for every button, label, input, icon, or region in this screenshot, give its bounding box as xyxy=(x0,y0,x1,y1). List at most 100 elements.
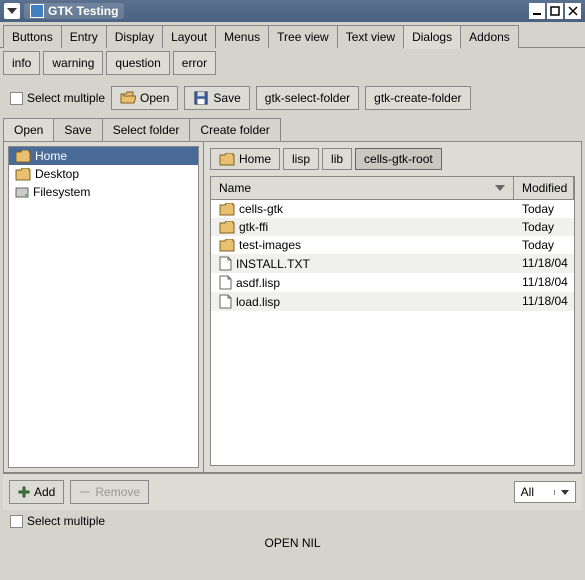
sidebar-item-desktop[interactable]: Desktop xyxy=(9,165,198,183)
open-button[interactable]: Open xyxy=(111,86,178,110)
breadcrumb-lib[interactable]: lib xyxy=(322,148,352,170)
file-name: gtk-ffi xyxy=(239,220,268,234)
breadcrumb-lisp[interactable]: lisp xyxy=(283,148,319,170)
file-row[interactable]: INSTALL.TXT 11/18/04 xyxy=(211,254,574,273)
breadcrumb: Home lisplibcells-gtk-root xyxy=(204,142,581,176)
remove-button[interactable]: Remove xyxy=(70,480,149,504)
file-list-header: Name Modified xyxy=(211,177,574,200)
checkbox-icon xyxy=(10,92,23,105)
file-main-area: Home lisplibcells-gtk-root Name Modified … xyxy=(204,142,581,472)
dialog-toolbar: Select multiple Open Save gtk-select-fol… xyxy=(0,78,585,118)
filter-dropdown[interactable]: All xyxy=(514,481,576,503)
bottom-toolbar: Add Remove All xyxy=(3,473,582,510)
file-modified: 11/18/04 xyxy=(514,275,574,290)
breadcrumb-label: lisp xyxy=(292,152,310,166)
tab-tree-view[interactable]: Tree view xyxy=(268,25,338,48)
tab-addons[interactable]: Addons xyxy=(460,25,519,48)
places-list: Home Desktop Filesystem xyxy=(8,146,199,468)
gtk-select-folder-button[interactable]: gtk-select-folder xyxy=(256,86,359,110)
breadcrumb-label: Home xyxy=(239,152,271,166)
status-bar: OPEN NIL xyxy=(0,532,585,554)
file-dialog-tabs: OpenSaveSelect folderCreate folder xyxy=(0,118,585,141)
file-chooser: HomeDesktopFilesystem Homelisplibcells-g… xyxy=(3,141,582,473)
file-modified: 11/18/04 xyxy=(514,256,574,271)
sidebar-item-filesystem[interactable]: Filesystem xyxy=(9,183,198,201)
folder-icon xyxy=(219,221,235,234)
file-rows: cells-gtk Today gtk-ffi Today test-images Tod… xyxy=(211,200,574,465)
tab-text-view[interactable]: Text view xyxy=(337,25,404,48)
column-header-modified[interactable]: Modified xyxy=(514,177,574,199)
select-multiple-label: Select multiple xyxy=(27,91,105,105)
file-icon xyxy=(219,294,232,309)
file-name: load.lisp xyxy=(236,295,280,309)
gtk-create-folder-button[interactable]: gtk-create-folder xyxy=(365,86,470,110)
file-row[interactable]: test-images Today xyxy=(211,236,574,254)
file-name: asdf.lisp xyxy=(236,276,280,290)
footer-select-multiple[interactable]: Select multiple xyxy=(0,510,585,532)
main-tabs: ButtonsEntryDisplayLayoutMenusTree viewT… xyxy=(0,22,585,48)
breadcrumb-cells-gtk-root[interactable]: cells-gtk-root xyxy=(355,148,442,170)
plus-icon xyxy=(18,486,30,498)
sidebar-item-home[interactable]: Home xyxy=(9,147,198,165)
filetab-select-folder[interactable]: Select folder xyxy=(102,118,191,141)
file-row[interactable]: cells-gtk Today xyxy=(211,200,574,218)
column-header-name[interactable]: Name xyxy=(211,177,514,199)
tab-buttons[interactable]: Buttons xyxy=(3,25,62,48)
file-modified: Today xyxy=(514,202,574,216)
dialog-error-button[interactable]: error xyxy=(173,51,216,75)
file-name: INSTALL.TXT xyxy=(236,257,310,271)
tab-display[interactable]: Display xyxy=(106,25,163,48)
file-name: cells-gtk xyxy=(239,202,283,216)
file-list: Name Modified cells-gtk Today gtk-ffi Today… xyxy=(210,176,575,466)
window-titlebar: GTK Testing xyxy=(0,0,585,22)
modified-header-label: Modified xyxy=(522,181,567,195)
sort-arrow-icon xyxy=(495,185,505,191)
sidebar-item-label: Desktop xyxy=(35,167,79,181)
filter-value: All xyxy=(521,485,534,499)
filetab-create-folder[interactable]: Create folder xyxy=(189,118,280,141)
tab-dialogs[interactable]: Dialogs xyxy=(403,25,461,49)
select-multiple-checkbox[interactable]: Select multiple xyxy=(10,91,105,105)
dialog-question-button[interactable]: question xyxy=(106,51,169,75)
maximize-button[interactable] xyxy=(547,3,563,19)
breadcrumb-home[interactable]: Home xyxy=(210,148,280,170)
file-row[interactable]: gtk-ffi Today xyxy=(211,218,574,236)
select-folder-label: gtk-select-folder xyxy=(265,91,350,105)
dialog-info-button[interactable]: info xyxy=(3,51,40,75)
filetab-save[interactable]: Save xyxy=(53,118,102,141)
remove-label: Remove xyxy=(95,485,140,499)
titlebar-title-wrap: GTK Testing xyxy=(24,3,124,19)
file-modified: Today xyxy=(514,238,574,252)
save-label: Save xyxy=(213,91,240,105)
folder-icon xyxy=(15,150,31,163)
folder-icon xyxy=(15,168,31,181)
close-button[interactable] xyxy=(565,3,581,19)
folder-open-icon xyxy=(120,91,136,105)
sidebar-item-label: Home xyxy=(35,149,67,163)
file-row[interactable]: asdf.lisp 11/18/04 xyxy=(211,273,574,292)
window-title: GTK Testing xyxy=(48,4,118,18)
file-modified: Today xyxy=(514,220,574,234)
folder-icon xyxy=(219,153,235,166)
dialog-warning-button[interactable]: warning xyxy=(43,51,103,75)
footer-select-multiple-label: Select multiple xyxy=(27,514,105,528)
folder-icon xyxy=(219,203,235,216)
file-name: test-images xyxy=(239,238,301,252)
filetab-open[interactable]: Open xyxy=(3,118,54,141)
file-icon xyxy=(219,275,232,290)
chevron-down-icon xyxy=(554,490,569,495)
tab-menus[interactable]: Menus xyxy=(215,25,269,48)
tab-layout[interactable]: Layout xyxy=(162,25,216,48)
create-folder-label: gtk-create-folder xyxy=(374,91,461,105)
sidebar-item-label: Filesystem xyxy=(33,185,90,199)
tab-entry[interactable]: Entry xyxy=(61,25,107,48)
window-menu-button[interactable] xyxy=(4,3,20,19)
file-modified: 11/18/04 xyxy=(514,294,574,309)
add-label: Add xyxy=(34,485,55,499)
save-button[interactable]: Save xyxy=(184,86,249,110)
add-button[interactable]: Add xyxy=(9,480,64,504)
folder-icon xyxy=(219,239,235,252)
file-row[interactable]: load.lisp 11/18/04 xyxy=(211,292,574,311)
minus-icon xyxy=(79,486,91,498)
minimize-button[interactable] xyxy=(529,3,545,19)
